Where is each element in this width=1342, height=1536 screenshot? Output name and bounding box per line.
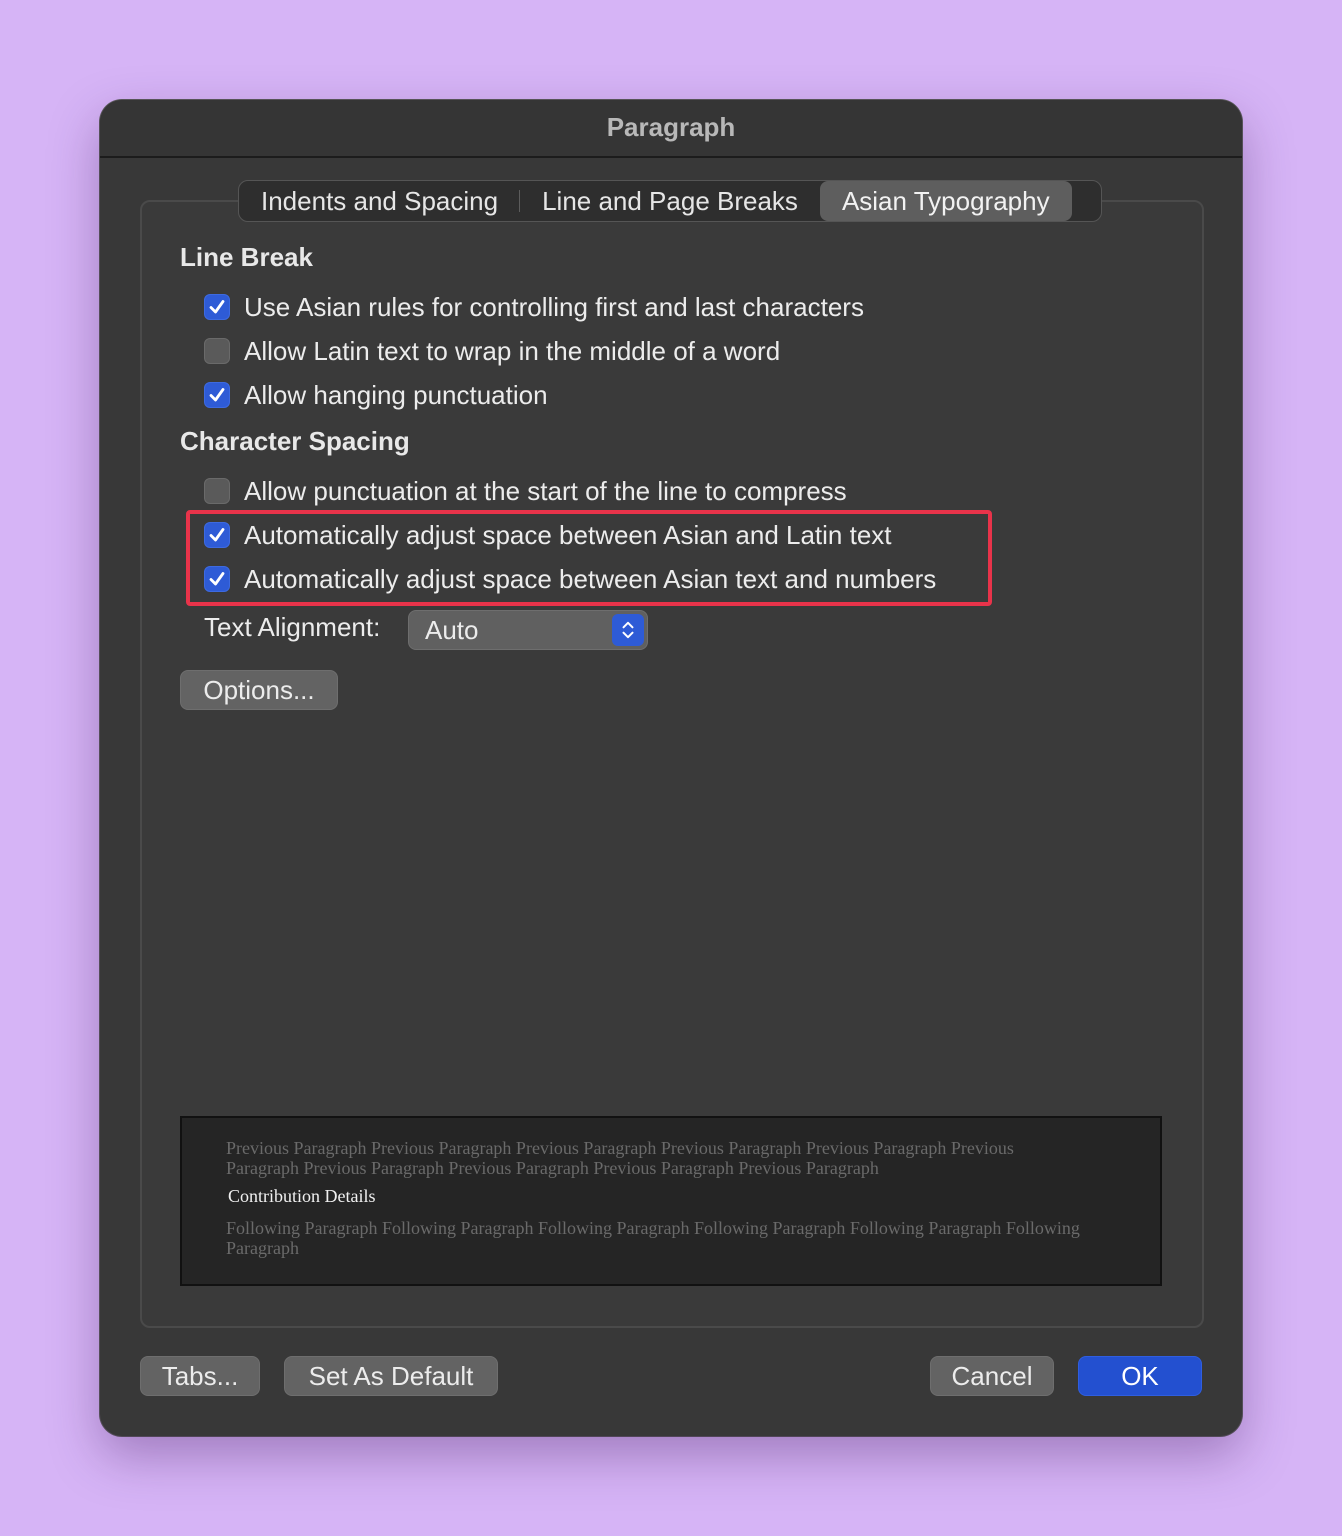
set-as-default-button[interactable]: Set As Default — [284, 1356, 498, 1396]
line-break-heading: Line Break — [180, 242, 313, 272]
options-button[interactable]: Options... — [180, 670, 338, 710]
cancel-button[interactable]: Cancel — [930, 1356, 1054, 1396]
option-label: Use Asian rules for controlling first an… — [244, 291, 864, 322]
tab-indents-and-spacing[interactable]: Indents and Spacing — [239, 181, 521, 221]
text-alignment-value: Auto — [425, 615, 479, 645]
option-label: Allow punctuation at the start of the li… — [244, 475, 847, 506]
option-asian-rules[interactable]: Use Asian rules for controlling first an… — [204, 291, 864, 323]
dialog-title: Paragraph — [606, 112, 736, 142]
tab-bar: Indents and Spacing Line and Page Breaks… — [238, 180, 1102, 222]
ok-button[interactable]: OK — [1078, 1356, 1202, 1396]
option-latin-wrap[interactable]: Allow Latin text to wrap in the middle o… — [204, 335, 780, 367]
text-alignment-select[interactable]: Auto — [408, 610, 648, 650]
paragraph-preview: Previous Paragraph Previous Paragraph Pr… — [180, 1116, 1162, 1286]
checkbox-latin-wrap[interactable] — [204, 338, 230, 364]
checkbox-asian-rules[interactable] — [204, 294, 230, 320]
preview-current-paragraph: Contribution Details — [228, 1186, 376, 1206]
preview-following-paragraph: Following Paragraph Following Paragraph … — [226, 1218, 1080, 1258]
highlight-annotation — [186, 510, 992, 606]
checkbox-punctuation-compress[interactable] — [204, 478, 230, 504]
option-label: Allow hanging punctuation — [244, 379, 548, 410]
checkbox-hanging-punctuation[interactable] — [204, 382, 230, 408]
tab-line-and-page-breaks[interactable]: Line and Page Breaks — [520, 181, 820, 221]
up-down-chevron-icon — [612, 614, 644, 646]
checkmark-icon — [209, 300, 225, 314]
option-hanging-punctuation[interactable]: Allow hanging punctuation — [204, 379, 548, 411]
text-alignment-label: Text Alignment: — [204, 612, 381, 642]
preview-previous-paragraph: Previous Paragraph Previous Paragraph Pr… — [226, 1138, 1014, 1178]
title-bar[interactable]: Paragraph — [100, 100, 1242, 158]
tabs-button[interactable]: Tabs... — [140, 1356, 260, 1396]
character-spacing-heading: Character Spacing — [180, 426, 410, 456]
option-label: Allow Latin text to wrap in the middle o… — [244, 335, 781, 366]
tab-asian-typography[interactable]: Asian Typography — [819, 181, 1072, 221]
checkmark-icon — [209, 388, 225, 402]
option-punctuation-compress[interactable]: Allow punctuation at the start of the li… — [204, 475, 847, 507]
